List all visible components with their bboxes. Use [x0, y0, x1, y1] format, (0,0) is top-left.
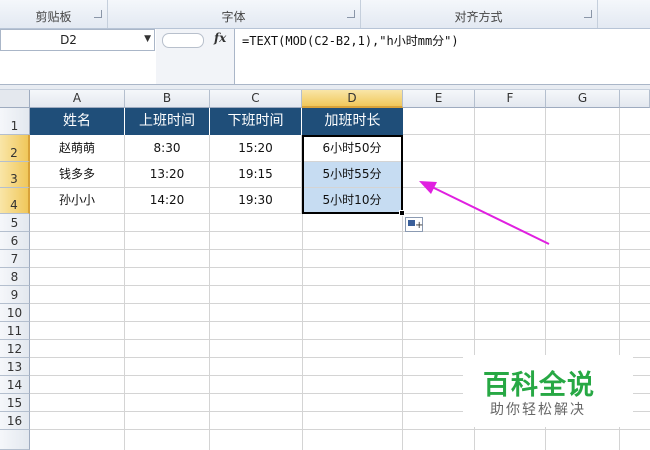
gridline [30, 303, 650, 304]
row-number: 15 [6, 396, 23, 410]
gridline [403, 161, 650, 162]
row-header-14[interactable]: 14 [0, 376, 30, 394]
ribbon-group-bar: 剪贴板 字体 对齐方式 [0, 0, 650, 29]
gridline [403, 134, 650, 135]
table-cell-end[interactable]: 19:15 [210, 162, 302, 188]
ribbon-group-label: 剪贴板 [35, 10, 72, 24]
row-number: 6 [10, 234, 19, 248]
table-header-end-time[interactable]: 下班时间 [210, 108, 302, 135]
table-cell-end[interactable]: 15:20 [210, 135, 302, 162]
row-header-1[interactable]: 1 [0, 108, 30, 135]
fill-handle[interactable] [399, 210, 405, 216]
ribbon-group-font: 字体 [107, 0, 361, 28]
watermark-subtitle: 助你轻松解决 [490, 402, 586, 418]
dialog-launcher-icon[interactable] [584, 10, 592, 18]
row-number: 13 [6, 360, 23, 374]
formula-controls: fx [156, 29, 235, 84]
gridline [30, 321, 650, 322]
gridline [30, 267, 650, 268]
table-cell-start[interactable]: 8:30 [125, 135, 210, 162]
row-number: 11 [6, 324, 23, 338]
insert-function-icon[interactable]: fx [214, 31, 226, 45]
row-header-3[interactable]: 3 [0, 162, 30, 188]
select-all-corner[interactable] [0, 90, 30, 108]
row-header-16[interactable]: 16 [0, 412, 30, 430]
row-number: 9 [10, 288, 19, 302]
row-number: 16 [6, 414, 23, 428]
row-header-6[interactable]: 6 [0, 232, 30, 250]
table-cell-start[interactable]: 13:20 [125, 162, 210, 188]
gridline [30, 429, 650, 430]
row-number: 2 [10, 146, 18, 160]
gridline [30, 339, 650, 340]
row-header-partial[interactable] [0, 430, 30, 450]
row-header-4[interactable]: 4 [0, 188, 30, 214]
row-header-12[interactable]: 12 [0, 340, 30, 358]
column-header-c[interactable]: C [210, 90, 302, 108]
row-number: 7 [10, 252, 19, 266]
table-cell-overtime-selected[interactable]: 5小时10分 [302, 188, 403, 214]
column-header-partial[interactable] [620, 90, 650, 108]
auto-fill-grid-glyph [408, 220, 415, 226]
table-cell-name[interactable]: 钱多多 [30, 162, 125, 188]
name-box[interactable]: D2 ▼ [0, 29, 155, 51]
gridline [30, 231, 650, 232]
auto-fill-plus-glyph: + [415, 220, 424, 231]
column-header-d[interactable]: D [302, 90, 403, 108]
row-number: 10 [6, 306, 23, 320]
table-cell-end[interactable]: 19:30 [210, 188, 302, 214]
formula-bar: D2 ▼ fx =TEXT(MOD(C2-B2,1),"h小时mm分") [0, 29, 650, 84]
row-header-8[interactable]: 8 [0, 268, 30, 286]
row-number: 14 [6, 378, 23, 392]
table-cell-overtime-active[interactable]: 6小时50分 [302, 135, 403, 162]
column-header-f[interactable]: F [475, 90, 546, 108]
auto-fill-options-icon[interactable]: + [405, 217, 423, 232]
formula-input[interactable]: =TEXT(MOD(C2-B2,1),"h小时mm分") [242, 32, 459, 49]
ribbon-group-label: 字体 [221, 10, 246, 24]
table-header-name[interactable]: 姓名 [30, 108, 125, 135]
watermark-title: 百科全说 [483, 370, 595, 401]
ribbon-group-clipboard: 剪贴板 [0, 0, 108, 28]
column-header-e[interactable]: E [403, 90, 475, 108]
formula-bar-handle[interactable] [162, 33, 204, 48]
row-number: 3 [10, 172, 18, 186]
row-number: 12 [6, 342, 23, 356]
column-header-g[interactable]: G [546, 90, 620, 108]
row-header-9[interactable]: 9 [0, 286, 30, 304]
table-cell-name[interactable]: 赵萌萌 [30, 135, 125, 162]
watermark-logo: 百科全说 助你轻松解决 [463, 355, 633, 427]
ribbon-group-alignment: 对齐方式 [360, 0, 598, 28]
dialog-launcher-icon[interactable] [94, 10, 102, 18]
table-header-start-time[interactable]: 上班时间 [125, 108, 210, 135]
row-number: 8 [10, 270, 19, 284]
row-header-2[interactable]: 2 [0, 135, 30, 162]
gridline [30, 285, 650, 286]
row-header-15[interactable]: 15 [0, 394, 30, 412]
table-cell-start[interactable]: 14:20 [125, 188, 210, 214]
row-header-5[interactable]: 5 [0, 214, 30, 232]
row-header-10[interactable]: 10 [0, 304, 30, 322]
name-box-value: D2 [60, 33, 77, 47]
chevron-down-icon[interactable]: ▼ [144, 34, 151, 44]
column-header-b[interactable]: B [125, 90, 210, 108]
dialog-launcher-icon[interactable] [347, 10, 355, 18]
row-header-11[interactable]: 11 [0, 322, 30, 340]
row-number: 5 [10, 216, 19, 230]
table-cell-overtime-selected[interactable]: 5小时55分 [302, 162, 403, 188]
row-header-7[interactable]: 7 [0, 250, 30, 268]
row-header-13[interactable]: 13 [0, 358, 30, 376]
gridline [30, 249, 650, 250]
table-cell-name[interactable]: 孙小小 [30, 188, 125, 214]
row-number: 4 [10, 198, 18, 212]
table-header-overtime[interactable]: 加班时长 [302, 108, 403, 135]
column-header-a[interactable]: A [30, 90, 125, 108]
ribbon-group-label: 对齐方式 [454, 10, 503, 24]
gridline [403, 187, 650, 188]
row-number: 1 [10, 119, 19, 133]
